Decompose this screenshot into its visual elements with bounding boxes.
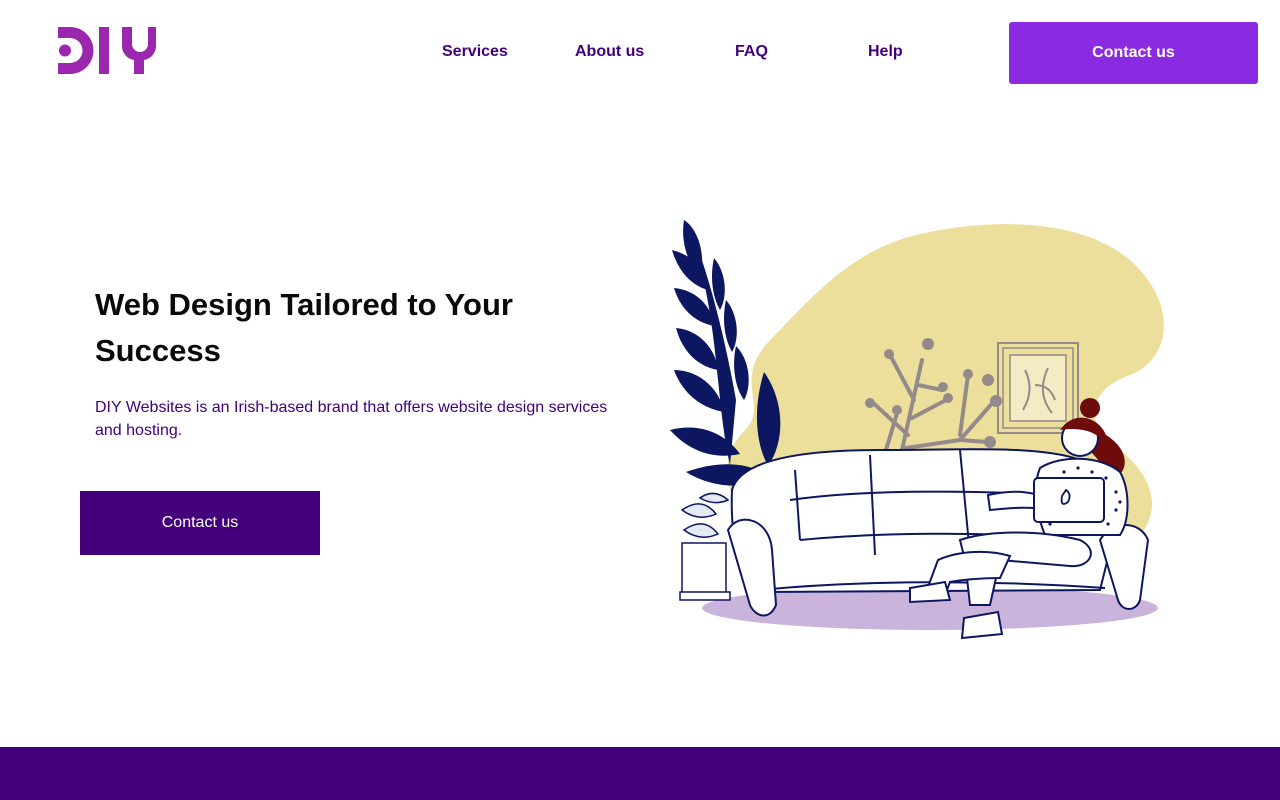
hero-description: DIY Websites is an Irish-based brand tha… — [95, 399, 608, 439]
hero-contact-button[interactable]: Contact us — [80, 491, 320, 555]
site-header: Services About us FAQ Help Contact us — [0, 0, 1280, 105]
nav-services-link[interactable]: Services — [442, 43, 508, 61]
diy-logo[interactable] — [56, 26, 158, 76]
nav-faq-link[interactable]: FAQ — [735, 43, 768, 61]
woman-on-sofa-illustration — [670, 220, 1164, 640]
nav-about-link[interactable]: About us — [575, 43, 644, 61]
nav-help-link[interactable]: Help — [868, 43, 903, 61]
picture-frame — [997, 342, 1079, 434]
header-contact-button[interactable]: Contact us — [1009, 22, 1258, 84]
footer-band — [0, 747, 1280, 800]
potted-plant — [679, 492, 731, 601]
hero-title: Web Design Tailored to Your Success — [95, 287, 513, 368]
